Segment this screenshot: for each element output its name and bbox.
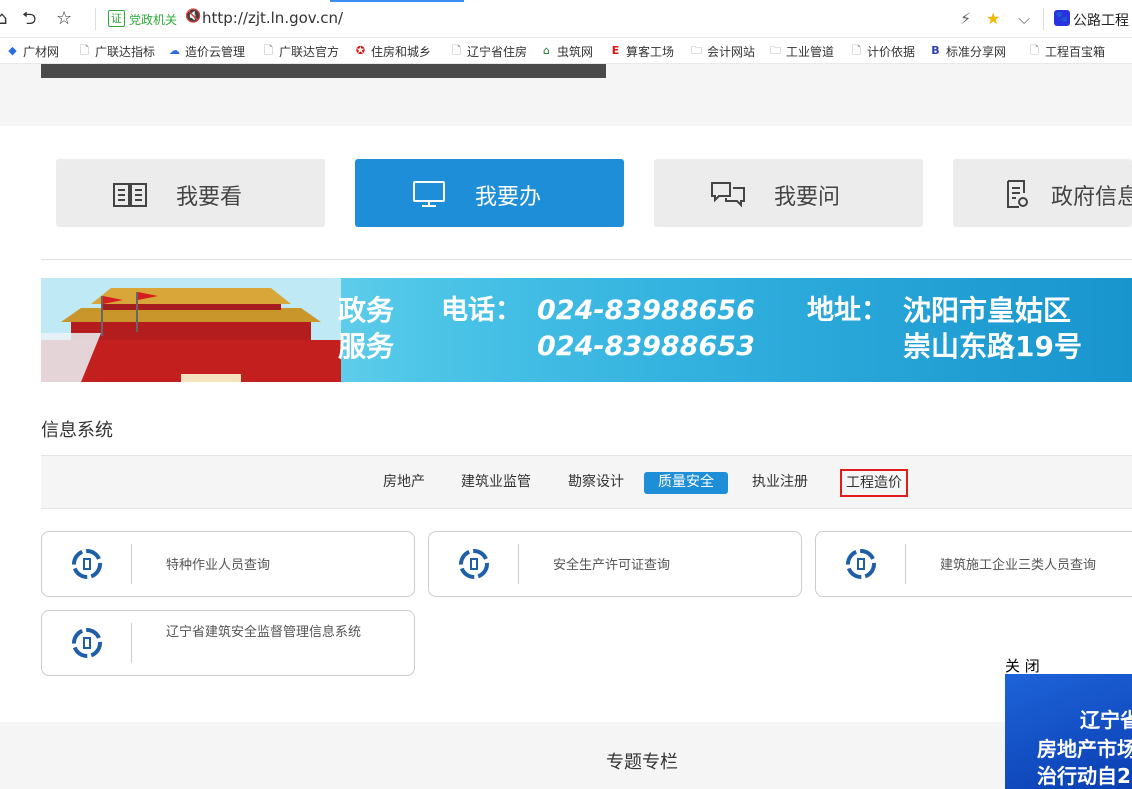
carousel-image-edge	[41, 64, 606, 78]
section-title-special-column: 专题专栏	[606, 752, 678, 773]
divider	[95, 8, 96, 30]
banner-address-2: 崇山东路19号	[903, 330, 1082, 363]
secure-cert-icon[interactable]: 证	[108, 10, 125, 27]
page-icon: 🗋	[264, 44, 273, 57]
tab-quality-safety[interactable]: 质量安全	[644, 472, 728, 494]
page-loading-bar	[330, 0, 464, 2]
emblem-icon: ✪	[355, 44, 366, 57]
system-card-special-workers[interactable]: 特种作业人员查询	[41, 531, 415, 597]
page-icon: 🗋	[80, 44, 89, 57]
page-icon: 🗋	[1030, 44, 1039, 57]
quick-action-handle[interactable]: 我要办	[355, 159, 624, 227]
tab-construction-supervision[interactable]: 建筑业监管	[453, 472, 539, 494]
address-url[interactable]: http://zjt.ln.gov.cn/	[202, 9, 343, 27]
tab-survey-design[interactable]: 勘察设计	[560, 472, 632, 494]
home-icon[interactable]: ⌂	[0, 9, 7, 29]
banner-address-label: 地址：	[807, 295, 888, 326]
ek-icon: E	[611, 44, 620, 57]
quick-action-label: 我要办	[475, 185, 542, 210]
undo-icon[interactable]: ⮌	[22, 9, 36, 29]
bookmark-item[interactable]: ☁ 造价云管理	[168, 43, 245, 59]
bookmark-item[interactable]: ⌂ 虫筑网	[540, 43, 593, 59]
bookmark-item[interactable]: 🗀 会计网站	[690, 43, 755, 59]
diamond-icon: ◆	[8, 44, 17, 57]
chevron-down-icon[interactable]: ⌵	[1018, 9, 1030, 29]
folder-icon: 🗀	[770, 44, 781, 57]
float-ad-line3: 治行动自2	[1037, 764, 1131, 788]
system-card-safety-supervision[interactable]: 辽宁省建筑安全监督管理信息系统	[41, 610, 415, 676]
quick-action-ask[interactable]: 我要问	[654, 159, 923, 227]
bookmark-item[interactable]: 🗋 辽宁省住房	[450, 43, 527, 59]
system-card-three-personnel[interactable]: 建筑施工企业三类人员查询	[815, 531, 1132, 597]
house-icon: ⌂	[543, 44, 550, 57]
float-ad-line2: 房地产市场	[1037, 737, 1132, 761]
card-divider	[518, 544, 519, 584]
quick-action-label: 我要问	[774, 185, 841, 210]
browser-address-bar: ⌂ ⮌ ☆ 证 党政机关 🔇 http://zjt.ln.gov.cn/ ⚡ ★…	[0, 0, 1132, 38]
card-divider	[131, 623, 132, 663]
float-ad-banner[interactable]: 辽宁省 房地产市场 治行动自2	[1005, 674, 1132, 789]
chat-icon	[711, 182, 745, 208]
sound-muted-icon[interactable]: 🔇	[185, 9, 201, 24]
quick-action-gov-info[interactable]: 政府信息	[953, 159, 1132, 227]
section-title-info-system: 信息系统	[41, 420, 113, 441]
banner-left-line2: 服务	[338, 330, 395, 363]
favorite-star-icon[interactable]: ★	[986, 9, 1000, 28]
card-label: 辽宁省建筑安全监督管理信息系统	[166, 625, 362, 640]
tiananmen-illustration	[41, 278, 341, 382]
system-logo-icon	[72, 628, 102, 658]
card-divider	[131, 544, 132, 584]
card-label: 特种作业人员查询	[166, 558, 271, 573]
lightning-icon[interactable]: ⚡	[960, 9, 971, 28]
bookmark-item[interactable]: 🗋 广联达指标	[78, 43, 155, 59]
info-system-tabbar: 房地产 建筑业监管 勘察设计 质量安全 执业注册 工程造价	[41, 455, 1132, 509]
bookmark-item[interactable]: 🗋 工程百宝箱	[1028, 43, 1105, 59]
banner-address-1: 沈阳市皇姑区	[903, 294, 1072, 327]
float-ad-line1: 辽宁省	[1080, 708, 1132, 732]
document-icon	[1007, 180, 1028, 208]
system-logo-icon	[846, 549, 876, 579]
float-ad-close-button[interactable]: 关 闭	[1005, 655, 1040, 676]
card-divider	[905, 544, 906, 584]
divider	[1043, 8, 1044, 30]
banner-left-line1: 政务	[338, 294, 395, 327]
card-label: 建筑施工企业三类人员查询	[940, 558, 1097, 573]
quick-action-label: 我要看	[176, 185, 243, 210]
card-label: 安全生产许可证查询	[553, 558, 671, 573]
tab-engineering-cost[interactable]: 工程造价	[840, 469, 908, 497]
system-logo-icon	[459, 549, 489, 579]
cloud-icon: ☁	[169, 44, 180, 57]
bookmark-item[interactable]: B 标准分享网	[929, 43, 1006, 59]
page-icon: 🗋	[452, 44, 461, 57]
bookmark-item[interactable]: ◆ 广材网	[6, 43, 59, 59]
banner-phone-2: 024-83988653	[537, 331, 755, 362]
secure-site-label[interactable]: 党政机关	[129, 11, 177, 28]
tab-practice-registration[interactable]: 执业注册	[744, 472, 816, 494]
special-column-section	[0, 722, 1132, 789]
book-icon	[113, 183, 147, 207]
tab-real-estate[interactable]: 房地产	[375, 472, 433, 494]
system-logo-icon	[72, 549, 102, 579]
bookmark-item[interactable]: 🗋 计价依据	[850, 43, 915, 59]
page-icon: 🗋	[852, 44, 861, 57]
bookmark-item[interactable]: 🗋 广联达官方	[262, 43, 339, 59]
bookmark-item[interactable]: 🗀 工业管道	[769, 43, 834, 59]
bookmarks-bar: ◆ 广材网 🗋 广联达指标 ☁ 造价云管理 🗋 广联达官方 ✪ 住房和城乡 🗋 辽宁省住房 …	[0, 38, 1132, 64]
search-engine-box[interactable]: 公路工程	[1073, 10, 1129, 30]
baidu-paw-icon[interactable]: 🐾	[1054, 10, 1070, 26]
system-card-safety-license[interactable]: 安全生产许可证查询	[428, 531, 802, 597]
contact-banner[interactable]: 政务 服务 电话： 024-83988656 024-83988653 地址： …	[41, 278, 1132, 382]
quick-action-label: 政府信息	[1051, 185, 1132, 210]
bookmark-item[interactable]: E 算客工场	[609, 43, 674, 59]
banner-phone-label: 电话：	[441, 295, 522, 326]
monitor-icon	[413, 181, 445, 207]
quick-action-view[interactable]: 我要看	[56, 159, 325, 227]
folder-icon: 🗀	[691, 44, 702, 57]
star-outline-icon[interactable]: ☆	[56, 9, 72, 29]
bookmark-item[interactable]: ✪ 住房和城乡	[354, 43, 431, 59]
bi-icon: B	[931, 44, 940, 57]
banner-phone-1: 024-83988656	[537, 295, 755, 326]
section-divider	[41, 259, 1132, 260]
